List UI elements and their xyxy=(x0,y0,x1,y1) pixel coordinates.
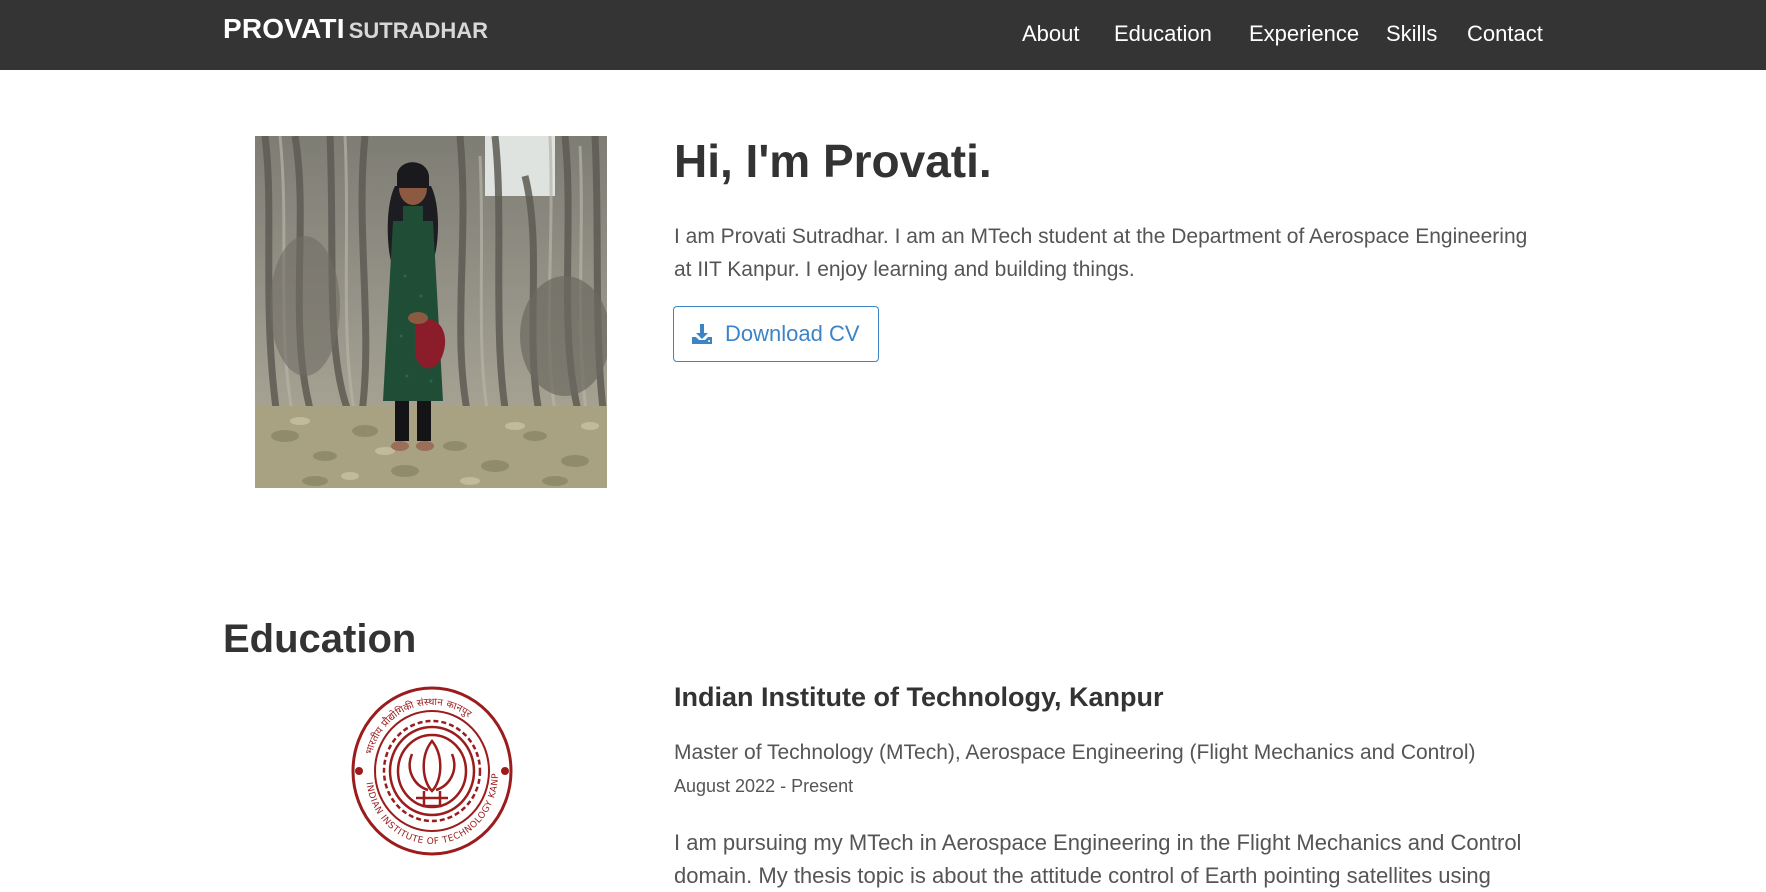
nav-skills[interactable]: Skills xyxy=(1386,21,1437,47)
download-cv-button[interactable]: Download CV xyxy=(673,306,879,362)
education-section-title: Education xyxy=(223,617,417,661)
svg-text:INDIAN INSTITUTE OF TECHNOLOGY: INDIAN INSTITUTE OF TECHNOLOGY KANPUR xyxy=(350,686,501,847)
nav-contact[interactable]: Contact xyxy=(1467,21,1543,47)
hero-title: Hi, I'm Provati. xyxy=(674,135,992,187)
nav-links: About Education Experience Skills Contac… xyxy=(0,0,1766,70)
hero-intro-text: I am Provati Sutradhar. I am an MTech st… xyxy=(674,225,1528,281)
nav-about[interactable]: About xyxy=(1022,21,1080,47)
download-cv-label: Download CV xyxy=(725,321,860,346)
education-dates: August 2022 - Present xyxy=(674,776,854,796)
education-school-name: Indian Institute of Technology, Kanpur xyxy=(674,682,1164,712)
profile-photo xyxy=(255,136,607,488)
iit-kanpur-logo: भारतीय प्रौद्योगिकी संस्थान कानपुर INDIA… xyxy=(346,679,514,856)
profile-photo-illustration xyxy=(255,136,607,488)
nav-experience[interactable]: Experience xyxy=(1249,21,1359,47)
education-description: I am pursuing my MTech in Aerospace Engi… xyxy=(674,830,1522,888)
education-degree: Master of Technology (MTech), Aerospace … xyxy=(674,741,1476,764)
download-icon xyxy=(690,322,714,346)
navbar: PROVATI SUTRADHAR About Education Experie… xyxy=(0,0,1766,70)
nav-education[interactable]: Education xyxy=(1114,21,1212,47)
